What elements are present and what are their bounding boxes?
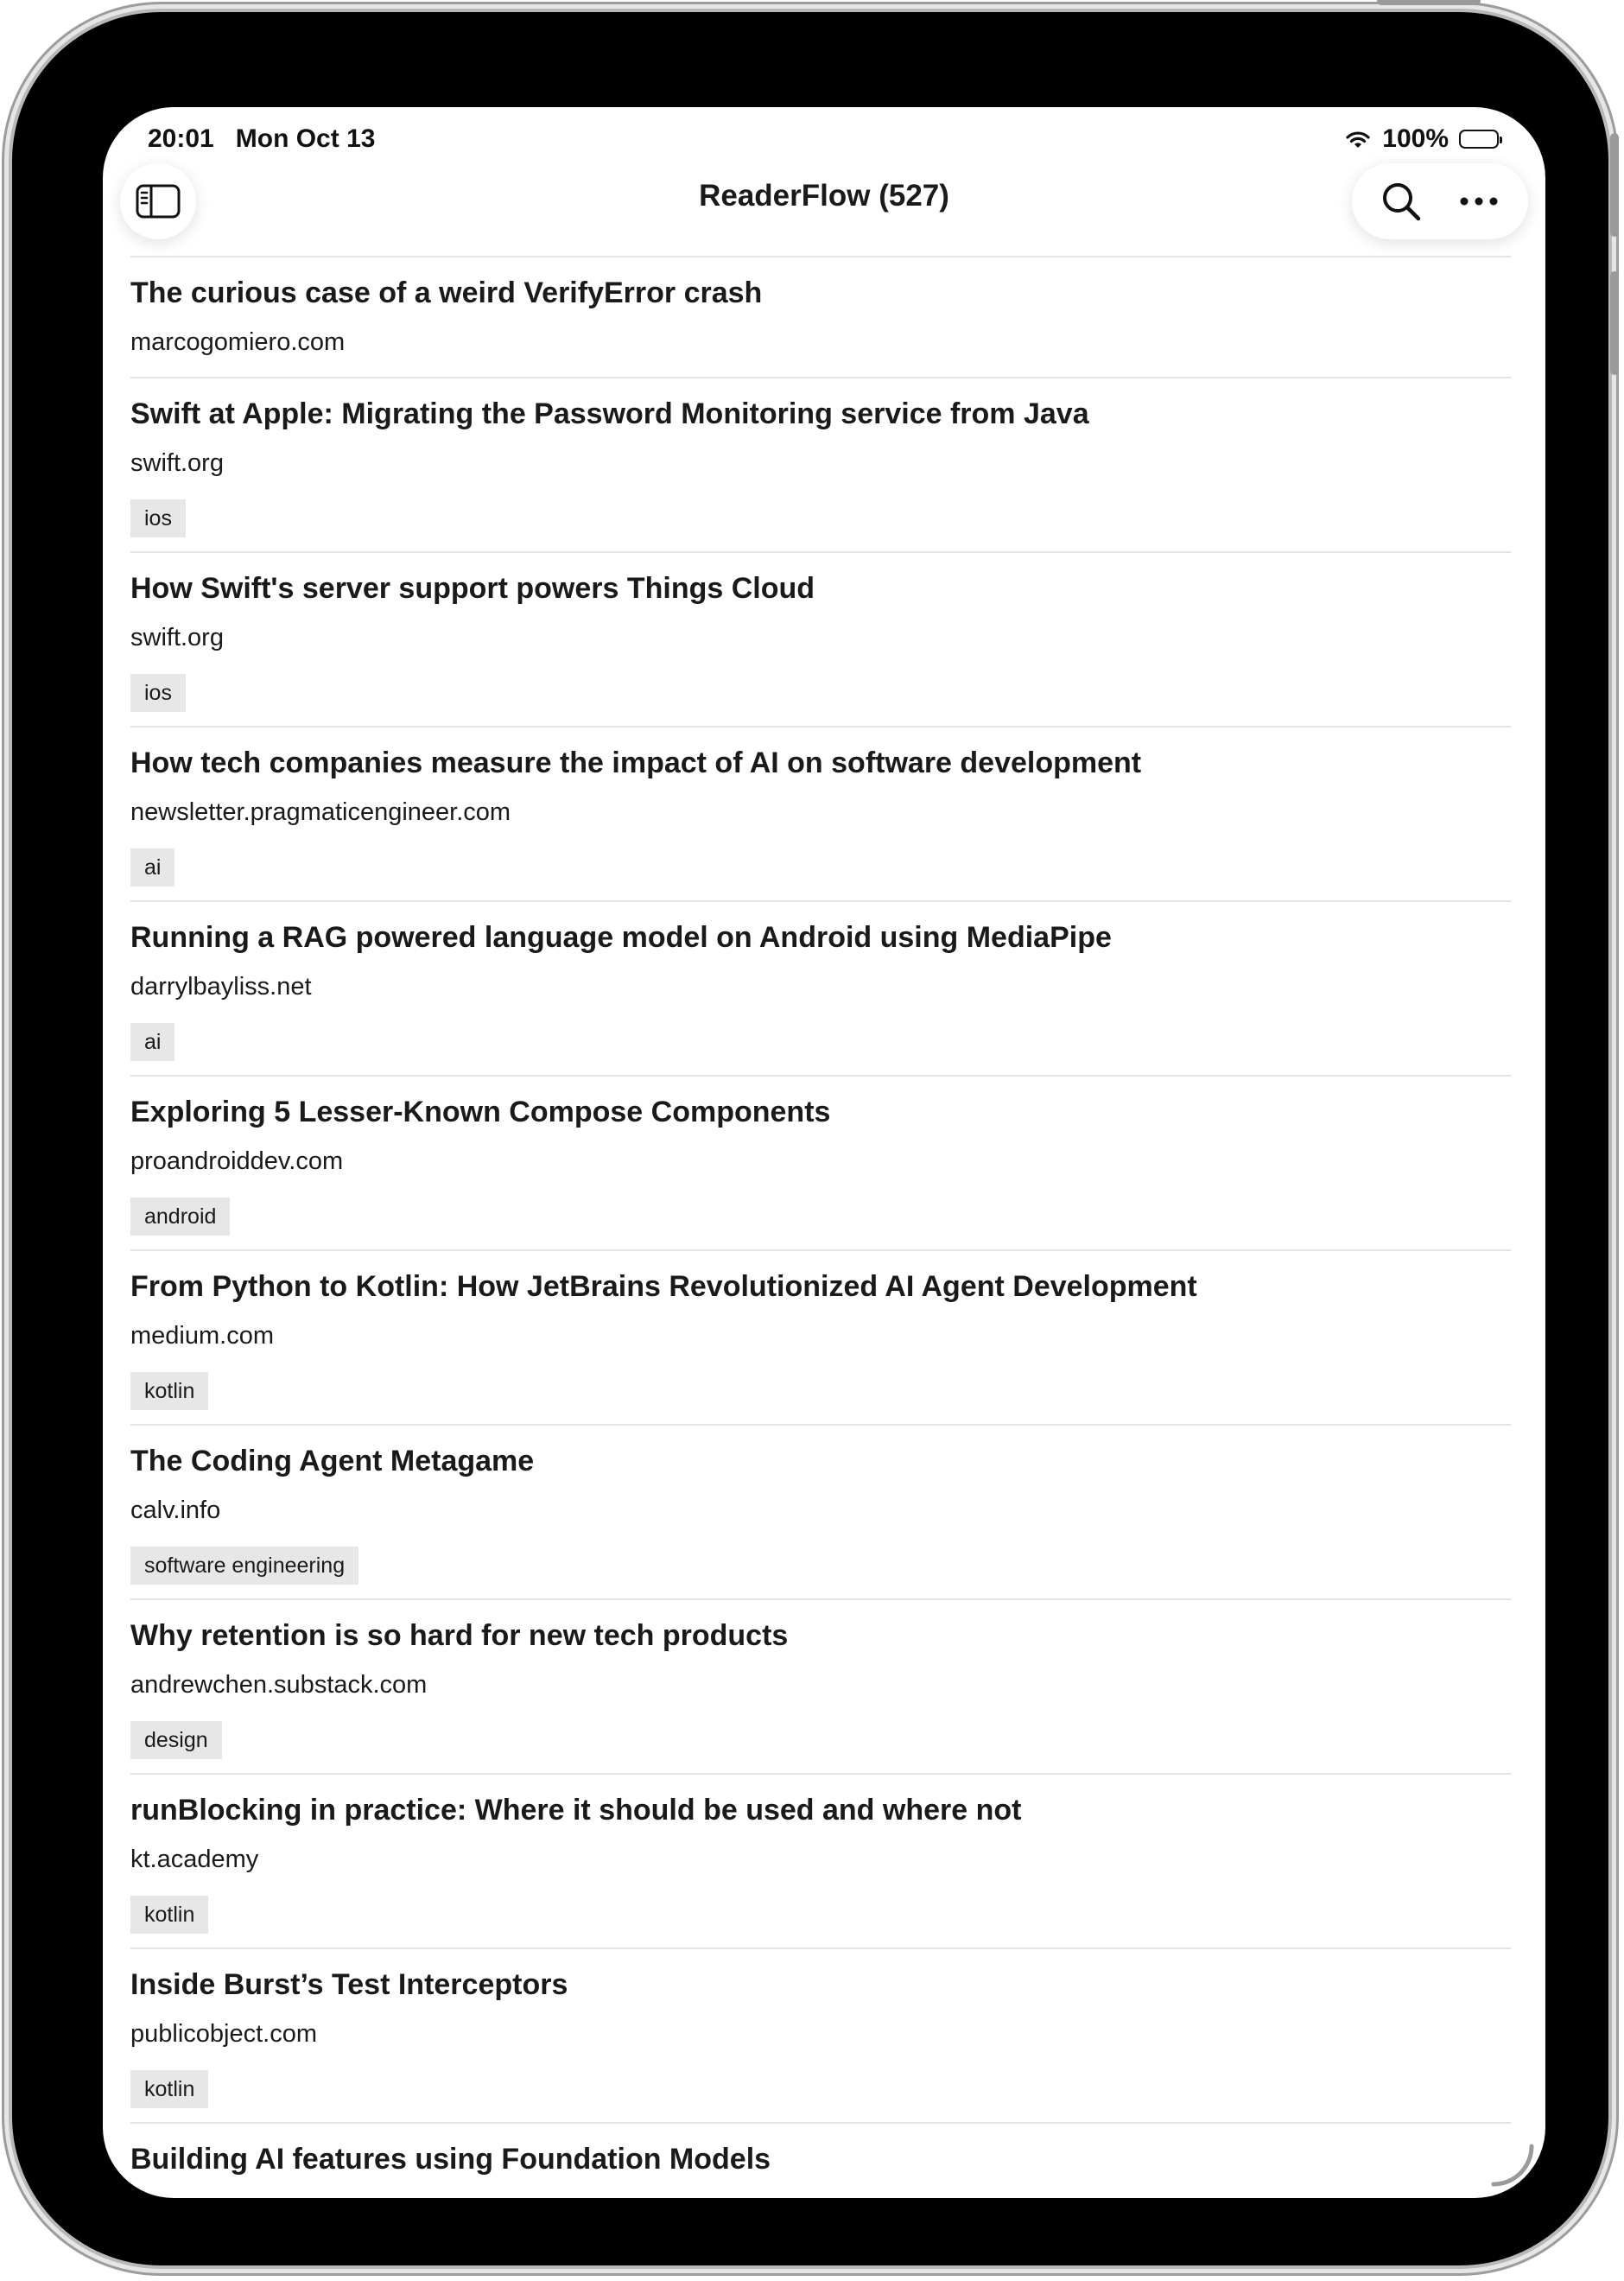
article-title: Swift at Apple: Migrating the Password M…: [130, 397, 1089, 430]
article-tag[interactable]: kotlin: [130, 1372, 209, 1410]
device-frame: 20:01 Mon Oct 13 100% ReaderFlow (527) T…: [12, 0, 1619, 2265]
article-title: How Swift's server support powers Things…: [130, 572, 815, 605]
search-icon: [1383, 183, 1421, 221]
article-domain: publicobject.com: [130, 2020, 317, 2048]
article-domain: kt.academy: [130, 1846, 259, 1873]
article-tag[interactable]: kotlin: [130, 1896, 209, 1934]
article-row[interactable]: Why retention is so hard for new tech pr…: [130, 1600, 1511, 1775]
article-tag[interactable]: design: [130, 1721, 222, 1759]
more-button[interactable]: [1449, 171, 1509, 232]
article-domain: swift.org: [130, 449, 224, 477]
article-tag[interactable]: android: [130, 1198, 231, 1236]
battery-percent: 100%: [1382, 124, 1449, 153]
article-row[interactable]: Swift at Apple: Migrating the Password M…: [130, 378, 1511, 553]
article-title: Why retention is so hard for new tech pr…: [130, 1619, 789, 1652]
article-domain: proandroiddev.com: [130, 1147, 344, 1175]
article-tag[interactable]: kotlin: [130, 2070, 209, 2108]
article-title: Building AI features using Foundation Mo…: [130, 2143, 771, 2176]
article-row[interactable]: How tech companies measure the impact of…: [130, 728, 1511, 902]
wifi-icon: [1346, 131, 1370, 148]
article-title: Running a RAG powered language model on …: [130, 921, 1112, 954]
article-domain: andrewchen.substack.com: [130, 1671, 428, 1699]
status-time: 20:01: [148, 124, 214, 153]
article-domain: swift.org: [130, 624, 224, 651]
article-domain: marcogomiero.com: [130, 328, 346, 356]
toolbar-actions: [1352, 163, 1528, 239]
toolbar: ReaderFlow (527): [103, 163, 1545, 258]
article-tag[interactable]: ios: [130, 499, 186, 537]
volume-down-button: [1610, 271, 1619, 375]
more-icon: [1460, 197, 1498, 206]
article-row[interactable]: runBlocking in practice: Where it should…: [130, 1775, 1511, 1949]
loading-indicator-icon: [1491, 2144, 1534, 2187]
article-title: runBlocking in practice: Where it should…: [130, 1794, 1022, 1827]
article-domain: calv.info: [130, 1496, 221, 1524]
status-time-date: 20:01 Mon Oct 13: [148, 124, 375, 154]
article-row[interactable]: Exploring 5 Lesser-Known Compose Compone…: [130, 1077, 1511, 1251]
article-row[interactable]: Inside Burst’s Test Interceptors publico…: [130, 1949, 1511, 2124]
article-row[interactable]: The curious case of a weird VerifyError …: [130, 257, 1511, 378]
article-title: How tech companies measure the impact of…: [130, 747, 1142, 779]
article-title: Exploring 5 Lesser-Known Compose Compone…: [130, 1096, 831, 1128]
article-title: From Python to Kotlin: How JetBrains Rev…: [130, 1270, 1197, 1303]
battery-icon: [1459, 130, 1502, 149]
article-row[interactable]: The Coding Agent Metagame calv.info soft…: [130, 1426, 1511, 1600]
article-row[interactable]: Running a RAG powered language model on …: [130, 902, 1511, 1077]
article-row[interactable]: How Swift's server support powers Things…: [130, 553, 1511, 728]
article-tag[interactable]: ios: [130, 674, 186, 712]
article-row[interactable]: Building AI features using Foundation Mo…: [130, 2124, 1511, 2193]
status-bar: 20:01 Mon Oct 13 100%: [103, 118, 1545, 161]
status-right: 100%: [1344, 124, 1502, 154]
article-title: The Coding Agent Metagame: [130, 1445, 535, 1477]
article-domain: newsletter.pragmaticengineer.com: [130, 798, 511, 826]
article-list: The curious case of a weird VerifyError …: [130, 257, 1511, 2193]
article-title: The curious case of a weird VerifyError …: [130, 276, 763, 309]
volume-up-button: [1610, 133, 1619, 237]
article-tag[interactable]: software engineering: [130, 1547, 359, 1585]
article-tag[interactable]: ai: [130, 1023, 175, 1061]
article-domain: medium.com: [130, 1322, 274, 1350]
search-button[interactable]: [1371, 171, 1431, 232]
top-button: [1377, 0, 1481, 5]
status-date: Mon Oct 13: [235, 124, 376, 153]
screen: 20:01 Mon Oct 13 100% ReaderFlow (527) T…: [103, 107, 1545, 2198]
article-tag[interactable]: ai: [130, 848, 175, 886]
page-title: ReaderFlow (527): [699, 179, 949, 213]
article-title: Inside Burst’s Test Interceptors: [130, 1968, 568, 2001]
article-domain: darrylbayliss.net: [130, 973, 312, 1001]
article-row[interactable]: From Python to Kotlin: How JetBrains Rev…: [130, 1251, 1511, 1426]
